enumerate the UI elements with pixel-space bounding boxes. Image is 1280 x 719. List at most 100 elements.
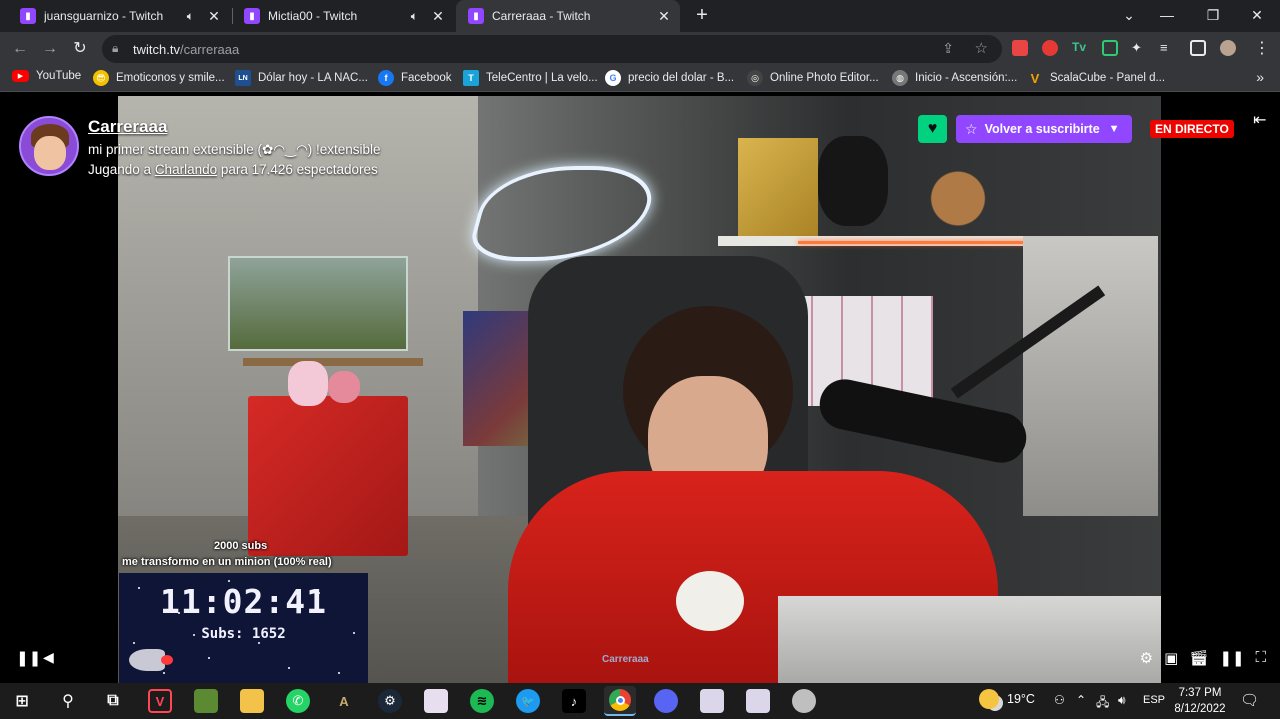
notification-icon[interactable]: 🗨︎: [1240, 691, 1259, 709]
rocket-icon: [129, 649, 165, 671]
system-clock[interactable]: 7:37 PM 8/12/2022: [1174, 685, 1226, 717]
address-bar[interactable]: 🔒︎ twitch.tv/carreraaa ⇪ ☆: [102, 35, 1002, 63]
volume-icon[interactable]: ◀︎: [43, 649, 54, 666]
bookmark-dolar-hoy[interactable]: LN Dólar hoy - LA NAC...: [235, 70, 368, 86]
new-tab-button[interactable]: +: [690, 4, 714, 28]
chrome-icon[interactable]: [604, 686, 636, 716]
stream-meta: Jugando a Charlando para 17.426 espectad…: [88, 162, 378, 177]
close-icon[interactable]: ✕: [430, 8, 446, 25]
bookmark-facebook[interactable]: f Facebook: [378, 70, 452, 86]
weather-partly-cloudy-icon: [979, 689, 999, 709]
extension-icon[interactable]: [1012, 40, 1028, 56]
collapse-chat-icon[interactable]: ⇤: [1253, 110, 1266, 130]
search-icon[interactable]: ⚲: [56, 689, 80, 713]
league-of-legends-icon[interactable]: A: [332, 689, 356, 713]
anime-app-icon[interactable]: [424, 689, 448, 713]
minecraft-icon[interactable]: [194, 689, 218, 713]
url-text[interactable]: twitch.tv/carreraaa: [133, 42, 239, 57]
subathon-timer: 11:02:41: [160, 582, 327, 621]
globe-icon: ◍: [892, 70, 908, 86]
bookmark-youtube[interactable]: ▶ YouTube: [12, 70, 81, 82]
bookmark-precio-dolar[interactable]: Gprecio del dolar - B...: [605, 70, 734, 86]
tab-juansguarnizo[interactable]: ▮ juansguarnizo - Twitch 🔈︎ ✕: [8, 0, 230, 32]
media-control-icon[interactable]: ≡: [1160, 40, 1176, 56]
valorant-icon[interactable]: V: [148, 689, 172, 713]
speaker-icon[interactable]: 🔈︎: [411, 9, 418, 24]
speaker-icon[interactable]: 🔈︎: [187, 9, 194, 24]
speaker-icon[interactable]: 🔊︎: [1118, 693, 1126, 708]
settings-gear-icon[interactable]: ⚙: [1140, 649, 1153, 667]
person-icon[interactable]: ⚇: [1054, 693, 1065, 707]
anime-app-2-icon[interactable]: [700, 689, 724, 713]
close-icon[interactable]: ✕: [656, 8, 672, 25]
aquarium: [228, 256, 408, 351]
extension-tv-icon[interactable]: Tv: [1072, 40, 1088, 56]
subs-counter: Subs: 1652: [201, 626, 286, 642]
subscribe-button[interactable]: ☆ Volver a suscribirte ▼: [956, 115, 1132, 143]
tab-search-chevron-icon[interactable]: ⌄: [1108, 0, 1150, 32]
twitter-icon[interactable]: 🐦: [516, 689, 540, 713]
discord-icon[interactable]: [654, 689, 678, 713]
gold-play-button: [738, 138, 818, 238]
restore-button[interactable]: ❐: [1192, 0, 1234, 32]
video-player[interactable]: Carreraaa mi primer stream extensible (✿…: [0, 96, 1280, 683]
extensions-puzzle-icon[interactable]: ✦: [1131, 40, 1147, 56]
spotify-icon[interactable]: ≋: [470, 689, 494, 713]
reload-icon[interactable]: ↻: [68, 37, 92, 61]
tiktok-icon[interactable]: ♪: [562, 689, 586, 713]
tab-title: Carreraaa - Twitch: [492, 9, 591, 23]
bookmark-photo-editor[interactable]: ◎ Online Photo Editor...: [747, 70, 879, 86]
share-icon[interactable]: ⇪: [942, 40, 954, 57]
clip-icon[interactable]: 🎬︎: [1189, 649, 1208, 667]
bookmark-emoticonos[interactable]: 😎 Emoticonos y smile...: [93, 70, 225, 86]
silver-play-buttons: [1023, 236, 1158, 516]
network-icon[interactable]: 🖧︎: [1096, 693, 1109, 714]
follow-button[interactable]: ♥: [918, 115, 947, 143]
facebook-icon: f: [378, 70, 394, 86]
profile-avatar[interactable]: [1220, 40, 1236, 56]
tab-carreraaa[interactable]: ▮ Carreraaa - Twitch ✕: [456, 0, 680, 32]
chevron-up-icon[interactable]: ⌃: [1076, 693, 1086, 707]
anime-app-3-icon[interactable]: [746, 689, 770, 713]
theatre-mode-icon[interactable]: ❚❚: [1219, 649, 1244, 667]
weather-widget[interactable]: 19°C: [979, 689, 1035, 709]
tab-title: juansguarnizo - Twitch: [44, 9, 164, 23]
bookmark-scalacube[interactable]: V ScalaCube - Panel d...: [1027, 70, 1165, 86]
close-icon[interactable]: ✕: [206, 8, 222, 25]
browser-toolbar: ← → ↻ 🔒︎ twitch.tv/carreraaa ⇪ ☆ Tv ✦ ≡ …: [0, 32, 1280, 66]
side-panel-icon[interactable]: [1190, 40, 1206, 56]
window-close-button[interactable]: ✕: [1236, 0, 1278, 32]
task-view-icon[interactable]: ⧉: [101, 689, 125, 713]
extension-shield-icon[interactable]: [1042, 40, 1058, 56]
channel-avatar[interactable]: [19, 116, 79, 176]
generic-app-icon[interactable]: [792, 689, 816, 713]
live-badge: EN DIRECTO: [1150, 120, 1234, 138]
tab-mictia00[interactable]: ▮ Mictia00 - Twitch 🔈︎ ✕: [232, 0, 454, 32]
plush-toy: [328, 371, 360, 403]
bookmarks-overflow-icon[interactable]: »: [1256, 69, 1264, 85]
whatsapp-icon[interactable]: ✆: [286, 689, 310, 713]
minimize-button[interactable]: —: [1146, 0, 1188, 32]
fullscreen-icon[interactable]: ⛶: [1255, 649, 1266, 667]
bookmark-star-icon[interactable]: ☆: [975, 39, 988, 57]
channel-name-link[interactable]: Carreraaa: [88, 117, 167, 137]
extension-screen-icon[interactable]: [1102, 40, 1118, 56]
more-menu-icon[interactable]: ⋮: [1250, 37, 1274, 61]
teddy-bears: [908, 156, 1008, 241]
input-language[interactable]: ESP: [1143, 694, 1165, 706]
pause-icon[interactable]: ❚❚: [16, 649, 41, 667]
game-link[interactable]: Charlando: [155, 162, 217, 177]
shelf: [243, 358, 423, 366]
forward-arrow-icon[interactable]: →: [38, 37, 62, 61]
twitch-icon: ▮: [20, 8, 36, 24]
file-explorer-icon[interactable]: [240, 689, 264, 713]
helmet: [818, 136, 888, 226]
subathon-timer-panel: 11:02:41 Subs: 1652: [119, 573, 368, 683]
bookmark-telecentro[interactable]: T TeleCentro | La velo...: [463, 70, 598, 86]
steam-icon[interactable]: ⚙: [378, 689, 402, 713]
windows-start-icon[interactable]: ⊞: [10, 689, 34, 713]
twitch-icon: ▮: [244, 8, 260, 24]
back-arrow-icon[interactable]: ←: [8, 37, 32, 61]
miniplayer-icon[interactable]: ▣: [1164, 649, 1178, 667]
bookmark-ascension[interactable]: ◍ Inicio - Ascensión:...: [892, 70, 1017, 86]
